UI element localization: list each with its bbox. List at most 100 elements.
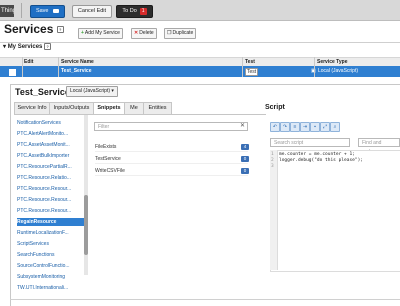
col-test: Test	[245, 59, 255, 65]
delete-label: Delete	[139, 30, 154, 36]
service-name-cell: Test_Service	[61, 68, 92, 74]
tab-entities[interactable]: Entities	[143, 102, 172, 114]
delete-button[interactable]: ✕Delete	[131, 28, 157, 39]
snippet-item[interactable]: FileExists 4	[95, 143, 249, 152]
service-list-label: SearchFunctions	[17, 252, 55, 258]
col-service-type: Service Type	[317, 59, 348, 65]
thing-tab[interactable]: Thing	[0, 5, 14, 17]
chevron-down-icon: ▾	[111, 88, 114, 94]
service-list-item[interactable]: PTC.Resource.Resour...4	[17, 185, 84, 193]
service-list-item[interactable]: PTC.AlertAlertMonito...6	[17, 130, 84, 138]
service-list-item[interactable]: SearchFunctions20	[17, 251, 84, 259]
redo-icon[interactable]: ↷	[280, 122, 290, 132]
column-divider	[242, 57, 243, 77]
snippet-label: WriteCSVFile	[95, 168, 125, 174]
service-list-item[interactable]: PTC.Resource.Relatio...9	[17, 174, 84, 182]
tab-me[interactable]: Me	[124, 102, 144, 114]
snippet-label: TestService	[95, 156, 121, 162]
snippet-label: FileExists	[95, 144, 117, 150]
add-service-button[interactable]: +Add My Service	[78, 28, 123, 39]
panel-bottom-divider	[10, 299, 400, 300]
snippet-filter-input[interactable]: Filter	[94, 122, 248, 131]
save-button[interactable]: Save	[30, 5, 65, 18]
snippet-count-badge: 0	[241, 156, 249, 162]
snippet-count-badge: 4	[241, 144, 249, 150]
service-list-item[interactable]: TW.UTI.Internationali...1	[17, 284, 84, 292]
todo-label: To Do	[122, 8, 137, 14]
service-list-label: PTC.Resource.Resour...	[17, 197, 72, 203]
service-list-item[interactable]: PTC.ResourcePartialR...1	[17, 163, 84, 171]
service-list-item[interactable]: NotificationServices3	[17, 119, 84, 127]
service-list-label: SourceControlFunctio...	[17, 263, 70, 269]
service-list-label: TW.UTI.Internationali...	[17, 285, 69, 291]
service-list-item[interactable]: PTC.AssetBulkImporter1	[17, 152, 84, 160]
find-icon[interactable]: ⌕	[330, 122, 340, 132]
line-number: 2	[271, 158, 274, 163]
service-list-label: PTC.ResourcePartialR...	[17, 164, 72, 170]
service-type-cell: Local (JavaScript)	[318, 68, 359, 74]
scrollbar-thumb[interactable]	[84, 195, 88, 255]
page-title-wrap: Services ?	[4, 22, 64, 36]
snippet-count-badge: 0	[241, 168, 249, 174]
service-list-item[interactable]: PTC.Resource.Resour...9	[17, 196, 84, 204]
my-services-title: My Services	[7, 44, 43, 51]
service-list-item[interactable]: PTC.Resource.Resour...1	[17, 207, 84, 215]
service-list-item[interactable]: RegainResource2	[17, 218, 84, 226]
help-icon[interactable]: ?	[56, 26, 64, 34]
service-list-item[interactable]: RuntimeLocalizationF...3	[17, 229, 84, 237]
find-replace-input[interactable]: Find and replace	[358, 138, 400, 155]
script-search-input[interactable]: Search script	[270, 138, 350, 147]
page-title: Services	[4, 22, 54, 36]
plus-icon: +	[81, 30, 84, 36]
service-list-item[interactable]: SubsystemMonitoring1	[17, 273, 84, 281]
language-value: Local (JavaScript)	[70, 88, 111, 94]
test-button[interactable]: Test	[245, 68, 259, 76]
snippet-item[interactable]: WriteCSVFile 0	[95, 167, 249, 176]
service-list-label: PTC.Resource.Resour...	[17, 186, 72, 192]
service-list-label: NotificationServices	[17, 120, 61, 126]
duplicate-icon: ❐	[167, 30, 172, 36]
duplicate-button[interactable]: ❐Duplicate	[164, 28, 197, 39]
line-number: 1	[271, 152, 274, 157]
script-label: Script	[265, 104, 285, 111]
service-list-label: PTC.AssetAssetMonit...	[17, 142, 70, 148]
toolbar-divider	[21, 3, 22, 18]
service-list-label: PTC.Resource.Resour...	[17, 208, 72, 214]
row-checkbox[interactable]	[9, 69, 16, 76]
service-list-label: RegainResource	[17, 219, 57, 225]
cancel-edit-button[interactable]: Cancel Edit	[72, 5, 112, 18]
todo-button[interactable]: To Do 1	[116, 5, 153, 18]
tab-inputs-outputs[interactable]: Inputs/Outputs	[49, 102, 94, 114]
column-divider	[22, 57, 23, 77]
service-list-label: SubsystemMonitoring	[17, 274, 66, 280]
service-list-label: ScriptServices	[17, 241, 49, 247]
save-script-icon[interactable]: ▪	[310, 122, 320, 132]
service-row-selected[interactable]: Test_Service Test ▣ Local (JavaScript)	[0, 66, 400, 77]
expand-icon[interactable]: ⤢	[320, 122, 330, 132]
tab-service-info[interactable]: Service Info	[14, 102, 50, 114]
col-service-name: Service Name	[61, 59, 94, 65]
col-edit: Edit	[24, 59, 34, 65]
undo-icon[interactable]: ↶	[270, 122, 280, 132]
format-icon[interactable]: ≡	[290, 122, 300, 132]
script-editor[interactable]	[270, 150, 400, 272]
add-service-label: Add My Service	[84, 30, 120, 36]
column-divider	[58, 57, 59, 77]
clear-filter-icon[interactable]: ✕	[240, 122, 245, 131]
service-list-item[interactable]: PTC.AssetAssetMonit...3	[17, 141, 84, 149]
service-list-item[interactable]: SourceControlFunctio...4	[17, 262, 84, 270]
service-list-item[interactable]: ScriptServices3	[17, 240, 84, 248]
duplicate-label: Duplicate	[172, 30, 194, 36]
code-line[interactable]: logger.debug("do this please");	[279, 158, 363, 163]
save-label: Save	[35, 8, 49, 14]
todo-count-badge: 1	[139, 8, 147, 15]
service-list-label: PTC.Resource.Relatio...	[17, 175, 71, 181]
snippet-item[interactable]: TestService 0	[95, 155, 249, 164]
code-line[interactable]: me.counter = me.counter + 1;	[279, 152, 355, 157]
my-services-header[interactable]: ▾ My Services ?	[0, 42, 400, 51]
language-select[interactable]: Local (JavaScript) ▾	[66, 86, 118, 97]
my-services-help-icon[interactable]: ?	[44, 43, 52, 50]
service-list: NotificationServices3 PTC.AlertAlertMonit…	[14, 115, 84, 300]
line-number: 3	[271, 164, 274, 169]
indent-icon[interactable]: ⇥	[300, 122, 310, 132]
